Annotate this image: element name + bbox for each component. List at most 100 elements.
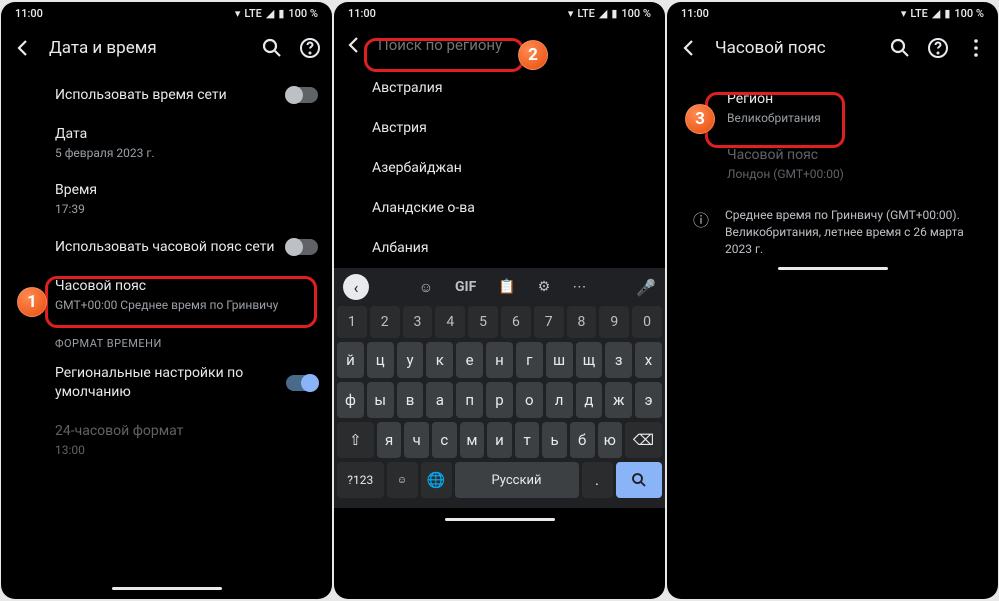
region-item[interactable]: Австрия [372,108,665,148]
key[interactable]: щ [576,342,603,378]
time-label: Время [55,181,318,200]
kbd-collapse-icon[interactable]: ‹ [343,274,369,300]
key[interactable]: ф [337,382,364,418]
space-key[interactable]: Русский [455,462,579,498]
key[interactable]: э [635,382,662,418]
help-icon[interactable] [926,36,950,60]
screenshot-region-search: 11:00 ▾ LTE ◢ ▮ 100 % Австралия Австрия … [334,2,665,599]
mic-icon[interactable]: 🎤 [636,278,656,297]
region-label: Регион [727,90,982,109]
key[interactable]: л [546,382,573,418]
nav-pill[interactable] [112,587,222,590]
key[interactable]: в [397,382,424,418]
symbols-key[interactable]: ?123 [337,462,384,498]
battery-label: 100 % [621,7,651,20]
search-icon[interactable] [260,36,284,60]
nav-pill[interactable] [445,518,555,521]
back-icon[interactable] [11,36,35,60]
key[interactable]: 7 [534,306,564,338]
locale-defaults-row[interactable]: Региональные настройки по умолчанию [55,354,318,412]
key[interactable]: 4 [435,306,465,338]
key[interactable]: 0 [632,306,662,338]
use-network-time-label: Использовать время сети [55,86,286,105]
key[interactable]: у [397,342,424,378]
key[interactable]: з [605,342,632,378]
backspace-key[interactable]: ⌫ [625,422,662,458]
gif-button[interactable]: GIF [455,279,476,295]
emoji-key[interactable]: ☺ [387,462,418,498]
key[interactable]: н [486,342,513,378]
region-item[interactable]: Албания [372,228,665,268]
shift-key[interactable]: ⇧ [337,422,374,458]
timezone-row[interactable]: Часовой пояс GMT+00:00 Среднее время по … [55,267,318,323]
hour24-row: 24-часовой формат 13:00 [55,412,318,468]
region-item[interactable]: Австралия [372,68,665,108]
page-title: Часовой пояс [715,38,874,58]
key[interactable]: ж [605,382,632,418]
key[interactable]: 6 [501,306,531,338]
info-text: Среднее время по Гринвичу (GMT+00:00). В… [725,207,982,257]
back-icon[interactable] [342,33,366,57]
key[interactable]: г [516,342,543,378]
region-search-input[interactable] [374,30,657,60]
signal-icon: ◢ [932,7,940,20]
key[interactable]: ы [367,382,394,418]
nav-pill[interactable] [778,267,888,270]
help-icon[interactable] [298,36,322,60]
key[interactable]: ч [404,422,429,458]
use-network-time-row[interactable]: Использовать время сети [55,76,318,115]
app-bar: Дата и время [1,24,332,72]
key[interactable]: ш [546,342,573,378]
key[interactable]: й [337,342,364,378]
keyboard[interactable]: ‹ ☺ GIF 📋 ⚙ ⋯ 🎤 1234567890 йцукенгшщзх ф… [334,268,665,508]
region-item[interactable]: Азербайджан [372,148,665,188]
period-key[interactable]: . [582,462,613,498]
key[interactable]: п [456,382,483,418]
key[interactable]: с [432,422,457,458]
key[interactable]: о [516,382,543,418]
time-row[interactable]: Время 17:39 [55,171,318,227]
key[interactable]: ь [542,422,567,458]
key[interactable]: к [426,342,453,378]
overflow-icon[interactable] [964,36,988,60]
signal-icon: ◢ [599,7,607,20]
key[interactable]: д [576,382,603,418]
search-key[interactable] [616,462,663,498]
key[interactable]: 2 [370,306,400,338]
key[interactable]: т [515,422,540,458]
settings-icon[interactable]: ⚙ [538,279,551,295]
back-icon[interactable] [677,36,701,60]
sticker-icon[interactable]: ☺ [419,279,433,296]
key[interactable]: и [487,422,512,458]
key[interactable]: 5 [468,306,498,338]
region-row[interactable]: Регион Великобритания [683,80,982,136]
use-network-tz-label: Использовать часовой пояс сети [55,238,286,257]
key[interactable]: а [426,382,453,418]
key[interactable]: м [460,422,485,458]
key[interactable]: я [377,422,402,458]
use-network-tz-toggle[interactable] [286,239,318,255]
key[interactable]: 8 [567,306,597,338]
key[interactable]: ц [367,342,394,378]
key[interactable]: 1 [337,306,367,338]
use-network-time-toggle[interactable] [286,87,318,103]
more-icon[interactable]: ⋯ [572,279,586,295]
key[interactable]: 3 [403,306,433,338]
use-network-tz-row[interactable]: Использовать часовой пояс сети [55,228,318,267]
timezone-value: GMT+00:00 Среднее время по Гринвичу [55,298,314,314]
status-bar: 11:00 ▾ LTE ◢ ▮ 100 % [667,2,998,24]
date-row[interactable]: Дата 5 февраля 2023 г. [55,115,318,171]
key[interactable]: ю [598,422,623,458]
key[interactable]: р [486,382,513,418]
key[interactable]: х [635,342,662,378]
key[interactable]: 9 [599,306,629,338]
key[interactable]: е [456,342,483,378]
clipboard-icon[interactable]: 📋 [498,279,515,295]
region-item[interactable]: Аландские о-ва [372,188,665,228]
hour24-label: 24-часовой формат [55,422,318,441]
key[interactable]: б [570,422,595,458]
language-key[interactable]: 🌐 [421,462,452,498]
locale-defaults-toggle[interactable] [286,375,318,391]
search-icon[interactable] [888,36,912,60]
time-value: 17:39 [55,202,318,218]
